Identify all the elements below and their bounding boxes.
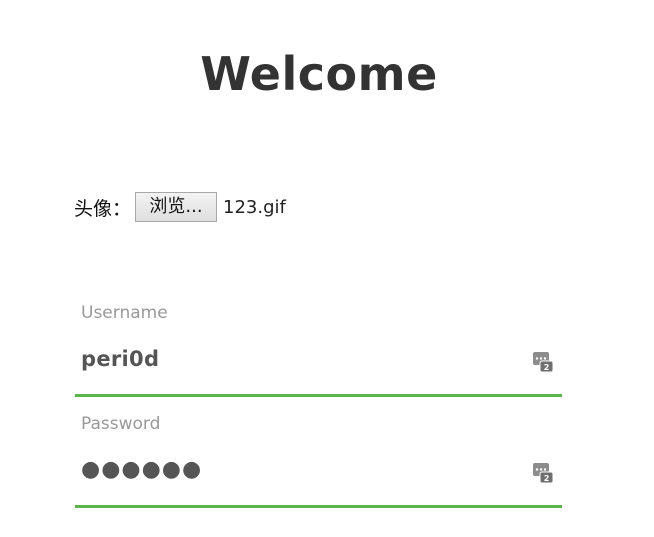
username-field[interactable]: Username peri0d 2 — [75, 291, 562, 397]
username-input[interactable]: peri0d — [81, 347, 159, 371]
page-title: Welcome — [200, 47, 438, 101]
password-field[interactable]: Password ●●●●●● 2 — [75, 402, 562, 508]
svg-text:2: 2 — [544, 474, 550, 483]
selected-file-name: 123.gif — [223, 196, 286, 218]
avatar-label: 头像： — [74, 197, 132, 220]
password-manager-icon[interactable]: 2 — [532, 351, 554, 373]
avatar-upload-row: 头像： 浏览... 123.gif — [74, 192, 286, 222]
password-input[interactable]: ●●●●●● — [81, 457, 202, 482]
password-label: Password — [81, 414, 161, 434]
svg-text:2: 2 — [544, 363, 550, 372]
username-label: Username — [81, 303, 168, 323]
password-manager-icon[interactable]: 2 — [532, 462, 554, 484]
browse-button[interactable]: 浏览... — [135, 192, 218, 222]
